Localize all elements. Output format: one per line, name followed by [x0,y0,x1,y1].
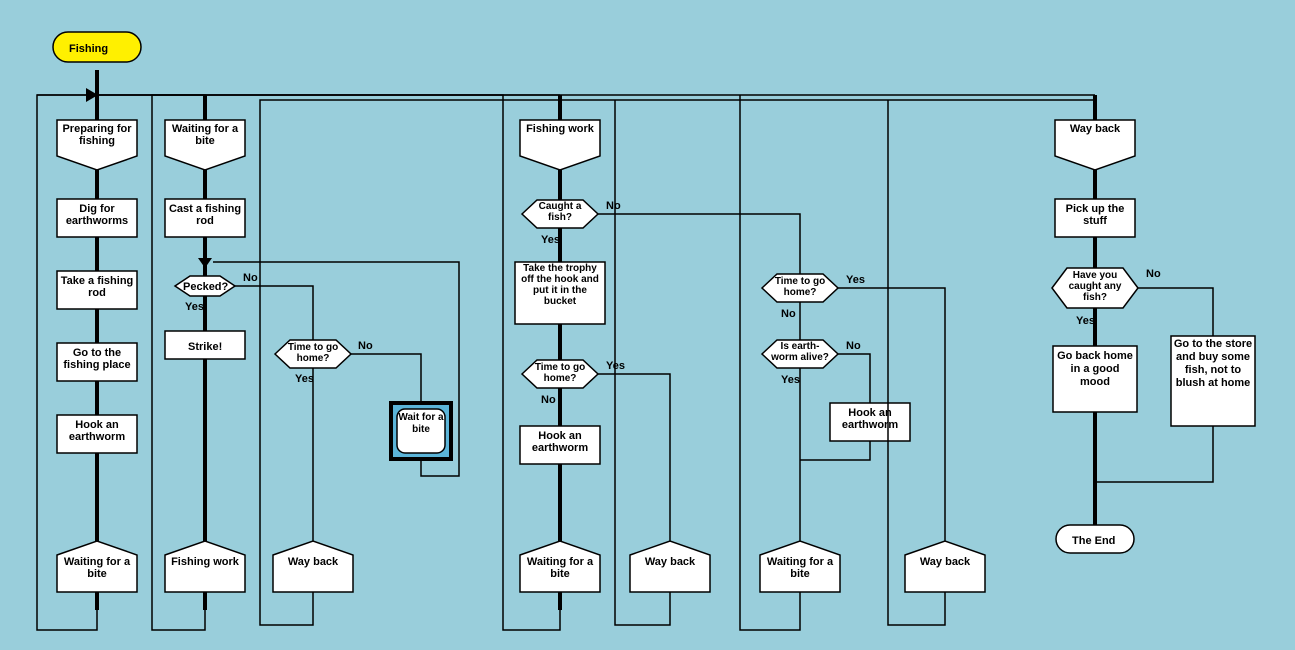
no6: No [846,340,861,352]
col2-sub: Wait for a bite [397,412,445,436]
col4-end: The End [1072,535,1115,547]
col4-d1: Have you caught any fish? [1058,270,1132,303]
col3-header: Fishing work [520,123,600,135]
col1-b4: Hook an earthworm [57,419,137,443]
yes5: Yes [846,274,865,286]
col4-b3: Go to the store and buy some fish, not t… [1173,338,1253,390]
col3-b1: Take the trophy off the hook and put it … [517,263,603,307]
col3-d2: Time to go home? [530,362,590,384]
no3: No [606,200,621,212]
no2: No [358,340,373,352]
col3-b3: Hook an earthworm [830,407,910,431]
col3-d1: Caught a fish? [530,201,590,223]
col2-d1: Pecked? [183,281,229,293]
col2-b2: Strike! [188,341,222,353]
col4-header: Way back [1055,123,1135,135]
col3-d3: Time to go home? [770,276,830,298]
col3-d4: Is earth- worm alive? [768,341,832,363]
col3-ftr3: Waiting for a bite [760,556,840,580]
col2-header: Waiting for a bite [165,123,245,147]
yes1: Yes [185,301,204,313]
col3-ftr4: Way back [905,556,985,568]
col3-ftr1: Waiting for a bite [520,556,600,580]
col2-ftr1: Fishing work [165,556,245,568]
col2-d2: Time to go home? [282,342,344,364]
col1-b2: Take a fishing rod [57,275,137,299]
no1: No [243,272,258,284]
col2-b1: Cast a fishing rod [165,203,245,227]
no4: No [541,394,556,406]
col2-ftr2: Way back [273,556,353,568]
no7: No [1146,268,1161,280]
col4-b2: Go back home in a good mood [1055,350,1135,389]
col3-b2: Hook an earthworm [520,430,600,454]
col1-b3: Go to the fishing place [57,347,137,371]
col1-b1: Dig for earthworms [57,203,137,227]
yes3: Yes [541,234,560,246]
col3-ftr2: Way back [630,556,710,568]
col4-b1: Pick up the stuff [1055,203,1135,227]
yes6: Yes [781,374,800,386]
no5: No [781,308,796,320]
yes7: Yes [1076,315,1095,327]
yes2: Yes [295,373,314,385]
title: Fishing [69,43,108,55]
col1-footer: Waiting for a bite [57,556,137,580]
col1-header: Preparing for fishing [57,123,137,147]
